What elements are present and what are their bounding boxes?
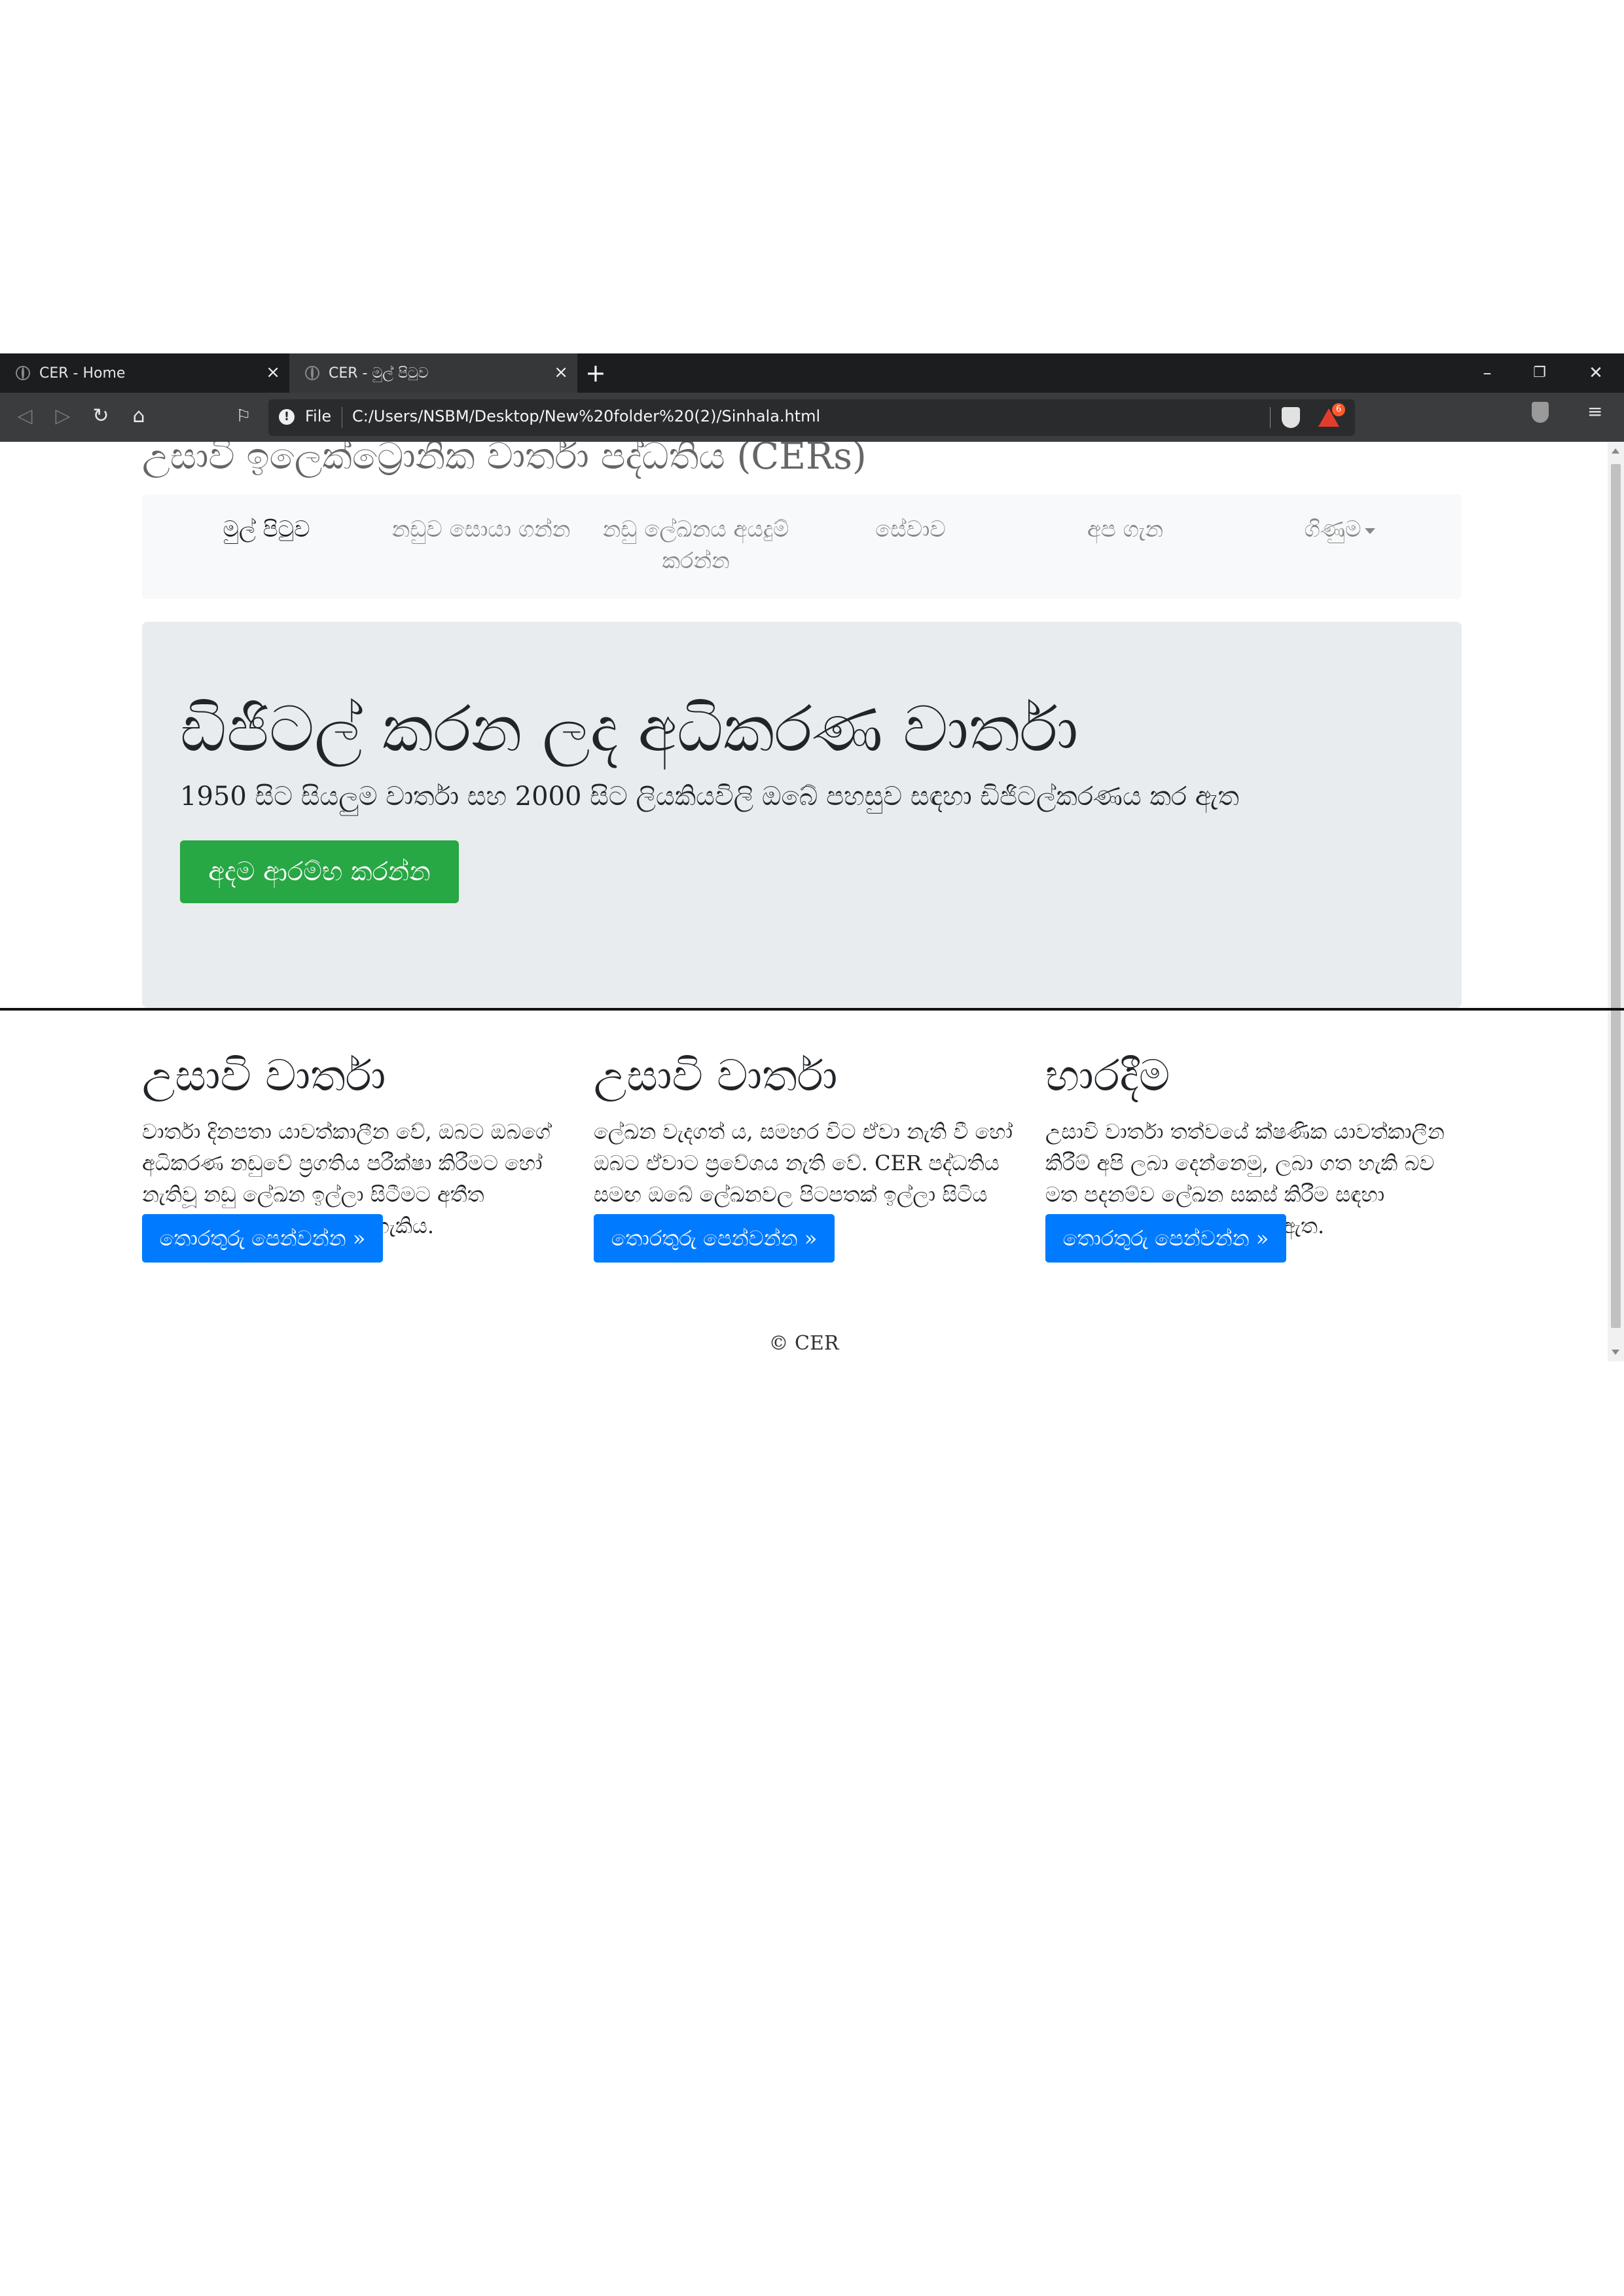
column-heading: උසාවි වාර්තා xyxy=(142,1050,386,1101)
nav-link-apply-documents[interactable]: නඩු ලේඛනය අයදුම් කරන්න xyxy=(598,514,794,577)
close-window-button[interactable]: ✕ xyxy=(1576,359,1615,387)
reload-icon[interactable]: ↻ xyxy=(86,402,115,431)
url-divider xyxy=(1270,407,1271,428)
home-icon[interactable]: ⌂ xyxy=(124,402,153,431)
forward-icon[interactable]: ▷ xyxy=(48,402,77,431)
get-started-button[interactable]: අදම ආරම්භ කරන්න xyxy=(180,840,459,903)
tab-title: CER - Home xyxy=(39,365,126,382)
rewards-badge: 6 xyxy=(1332,403,1345,416)
hero-jumbotron: ඩිජිටල් කරන ලද අධිකරණ වාර්තා 1950 සිට සි… xyxy=(142,622,1462,1008)
tab-cer-home[interactable]: CER - Home × xyxy=(0,353,289,393)
scroll-up-icon[interactable] xyxy=(1612,448,1619,454)
view-details-button[interactable]: තොරතුරු පෙන්වන්න » xyxy=(594,1214,835,1263)
close-tab-icon[interactable]: × xyxy=(554,363,568,382)
browser-window: CER - Home × CER - මුල් පිටුව × + – ❐ ✕ … xyxy=(0,353,1624,1365)
bookmark-icon[interactable]: ⚐ xyxy=(229,402,258,431)
url-text[interactable]: C:/Users/NSBM/Desktop/New%20folder%20(2)… xyxy=(352,407,820,425)
new-tab-button[interactable]: + xyxy=(585,359,606,387)
url-scheme: File xyxy=(305,407,332,425)
close-tab-icon[interactable]: × xyxy=(266,363,280,382)
nav-dropdown-label: ගිණුම xyxy=(1304,516,1362,543)
globe-icon xyxy=(305,366,319,380)
footer-copyright: © CER xyxy=(768,1332,839,1355)
menu-icon[interactable]: ≡ xyxy=(1587,402,1606,422)
browser-toolbar: ◁ ▷ ↻ ⌂ ⚐ ! File C:/Users/NSBM/Desktop/N… xyxy=(0,393,1624,442)
info-icon[interactable]: ! xyxy=(279,409,295,425)
scroll-down-icon[interactable] xyxy=(1612,1350,1619,1355)
restore-button[interactable]: ❐ xyxy=(1520,359,1559,387)
page-viewport: උසාවි ඉලෙක්ට්‍රොනික වාර්තා පද්ධතිය (CERs… xyxy=(0,442,1608,1361)
nav-link-services[interactable]: සේවාව xyxy=(812,514,1009,545)
globe-icon xyxy=(16,366,30,380)
extension-shield-icon[interactable] xyxy=(1532,402,1549,423)
tab-cer-main-page[interactable]: CER - මුල් පිටුව × xyxy=(289,353,577,393)
nav-link-find-case[interactable]: නඩුව සොයා ගන්න xyxy=(383,514,579,545)
view-details-button[interactable]: තොරතුරු පෙන්වන්න » xyxy=(142,1214,383,1263)
view-details-button[interactable]: තොරතුරු පෙන්වන්න » xyxy=(1045,1214,1286,1263)
vertical-scrollbar[interactable] xyxy=(1608,442,1624,1361)
nav-link-home[interactable]: මුල් පිටුව xyxy=(168,514,365,545)
hero-lead: 1950 සිට සියලුම වාර්තා සහ 2000 සිට ලියකි… xyxy=(180,781,1240,812)
brave-shield-icon[interactable] xyxy=(1282,407,1300,428)
nav-link-about[interactable]: අප ගැන xyxy=(1027,514,1223,545)
nav-dropdown-payment[interactable]: ගිණුම xyxy=(1242,514,1438,545)
tab-strip: CER - Home × CER - මුල් පිටුව × + – ❐ ✕ xyxy=(0,353,1624,393)
minimize-button[interactable]: – xyxy=(1468,359,1507,387)
column-heading: උසාවි වාර්තා xyxy=(594,1050,838,1101)
site-title[interactable]: උසාවි ඉලෙක්ට්‍රොනික වාර්තා පද්ධතිය (CERs… xyxy=(142,442,867,478)
tab-title: CER - මුල් පිටුව xyxy=(329,365,429,382)
column-heading: භාරදීම xyxy=(1045,1050,1170,1101)
scrollbar-thumb[interactable] xyxy=(1611,464,1621,1328)
caret-down-icon xyxy=(1365,528,1376,534)
navbar: මුල් පිටුව නඩුව සොයා ගන්න නඩු ලේඛනය අයදු… xyxy=(142,494,1462,599)
hero-title: ඩිජිටල් කරන ලද අධිකරණ වාර්තා xyxy=(180,692,1079,766)
address-bar[interactable]: ! File C:/Users/NSBM/Desktop/New%20folde… xyxy=(268,399,1355,436)
back-icon[interactable]: ◁ xyxy=(10,402,39,431)
window-bottom-border xyxy=(0,1008,1624,1011)
